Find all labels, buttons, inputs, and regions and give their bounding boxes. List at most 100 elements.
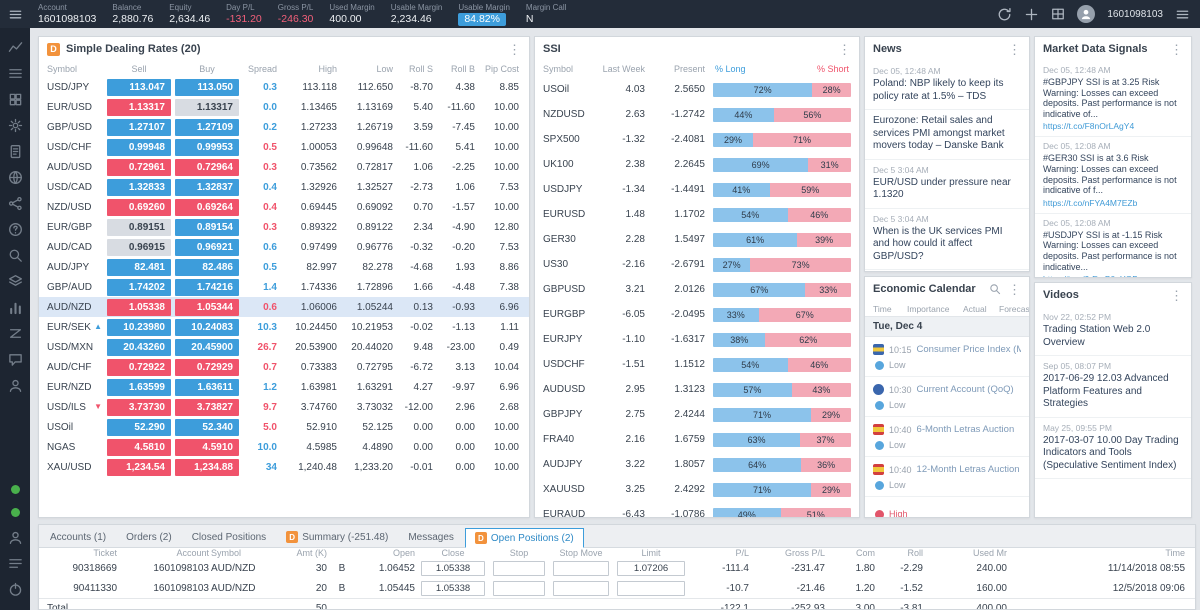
sell-price-cell[interactable]: 3.73730	[107, 399, 171, 416]
feed-item[interactable]: Dec 5 3:04 AMEUR/USD under pressure near…	[865, 160, 1029, 209]
avatar[interactable]	[1077, 5, 1095, 23]
rates-row[interactable]: USD/CHF0.999480.999530.51.000530.99648-1…	[39, 137, 529, 157]
feed-item[interactable]: Dec 5 3:04 AMWhen is the UK services PMI…	[865, 209, 1029, 271]
reports-icon[interactable]	[0, 138, 30, 164]
sell-price-cell[interactable]: 4.5810	[107, 439, 171, 456]
calendar-item[interactable]: 10:406-Month Letras AuctionLow	[865, 417, 1029, 457]
limit-input[interactable]	[617, 561, 685, 576]
ssi-row[interactable]: NZDUSD2.63-1.274244%56%	[535, 102, 859, 127]
rates-row[interactable]: GBP/USD1.271071.271090.21.272331.267193.…	[39, 117, 529, 137]
ssi-row[interactable]: USDJPY-1.34-1.449141%59%	[535, 177, 859, 202]
list-icon[interactable]	[0, 550, 30, 576]
automation-icon[interactable]	[0, 320, 30, 346]
rates-row[interactable]: EUR/SEK▲10.2398010.2408310.310.2445010.2…	[39, 317, 529, 337]
buy-price-cell[interactable]: 20.45900	[175, 339, 239, 356]
rates-row[interactable]: EUR/NZD1.635991.636111.21.639811.632914.…	[39, 377, 529, 397]
position-row[interactable]: 904113301601098103AUD/NZD20B1.05445-10.7…	[39, 578, 1195, 598]
web-icon[interactable]	[0, 164, 30, 190]
settings-icon[interactable]	[0, 112, 30, 138]
refresh-icon[interactable]	[997, 7, 1012, 22]
sell-price-cell[interactable]: 1.32833	[107, 179, 171, 196]
ssi-row[interactable]: EURUSD1.481.170254%46%	[535, 202, 859, 227]
kebab-menu-icon[interactable]: ⋮	[838, 43, 851, 56]
rates-row[interactable]: NGAS4.58104.591010.04.59854.48900.000.00…	[39, 437, 529, 457]
calendar-item[interactable]: 10:4012-Month Letras AuctionLow	[865, 457, 1029, 497]
feed-item[interactable]: May 25, 09:55 PM2017-03-07 10.00 Day Tra…	[1035, 418, 1191, 480]
rates-row[interactable]: NZD/USD0.692600.692640.40.694450.690920.…	[39, 197, 529, 217]
chat-icon[interactable]	[0, 346, 30, 372]
calendar-item[interactable]: 10:15Consumer Price Index (MoM)Low	[865, 337, 1029, 377]
ssi-row[interactable]: US30-2.16-2.679127%73%	[535, 252, 859, 277]
ssi-row[interactable]: EURAUD-6.43-1.078649%51%	[535, 502, 859, 517]
ssi-row[interactable]: EURJPY-1.10-1.631738%62%	[535, 327, 859, 352]
sell-price-cell[interactable]: 10.23980	[107, 319, 171, 336]
ssi-row[interactable]: GER302.281.549761%39%	[535, 227, 859, 252]
kebab-menu-icon[interactable]: ⋮	[1008, 283, 1021, 296]
rates-row[interactable]: GBP/AUD1.742021.742161.41.743361.728961.…	[39, 277, 529, 297]
feed-item[interactable]: Nov 22, 02:52 PMTrading Station Web 2.0 …	[1035, 307, 1191, 356]
sell-price-cell[interactable]: 0.69260	[107, 199, 171, 216]
buy-price-cell[interactable]: 0.89154	[175, 219, 239, 236]
ssi-row[interactable]: EURGBP-6.05-2.049533%67%	[535, 302, 859, 327]
rates-row[interactable]: EUR/USD1.133171.133170.01.134651.131695.…	[39, 97, 529, 117]
sell-price-cell[interactable]: 0.89151	[107, 219, 171, 236]
sell-price-cell[interactable]: 1,234.54	[107, 459, 171, 476]
sell-price-cell[interactable]: 0.72961	[107, 159, 171, 176]
signals-icon[interactable]	[0, 190, 30, 216]
kebab-menu-icon[interactable]: ⋮	[1170, 43, 1183, 56]
feed-item[interactable]: Sep 05, 08:07 PM2017-06-29 12.03 Advance…	[1035, 356, 1191, 418]
sell-price-cell[interactable]: 1.13317	[107, 99, 171, 116]
sell-price-cell[interactable]: 82.481	[107, 259, 171, 276]
item-link[interactable]: https://t.co/F8nOrLAgY4	[1043, 121, 1183, 131]
overflow-menu-icon[interactable]	[1175, 7, 1190, 22]
rates-row[interactable]: USD/ILS▼3.737303.738279.73.747603.73032-…	[39, 397, 529, 417]
buy-price-cell[interactable]: 0.72964	[175, 159, 239, 176]
buy-price-cell[interactable]: 52.340	[175, 419, 239, 436]
buy-price-cell[interactable]: 1.05344	[175, 299, 239, 316]
buy-price-cell[interactable]: 82.486	[175, 259, 239, 276]
rates-row[interactable]: USOil52.29052.3405.052.91052.1250.000.00…	[39, 417, 529, 437]
rates-row[interactable]: AUD/USD0.729610.729640.30.735620.728171.…	[39, 157, 529, 177]
ssi-row[interactable]: FRA402.161.675963%37%	[535, 427, 859, 452]
power-icon[interactable]	[0, 576, 30, 602]
ssi-row[interactable]: GBPJPY2.752.424471%29%	[535, 402, 859, 427]
ssi-row[interactable]: AUDUSD2.951.312357%43%	[535, 377, 859, 402]
ssi-row[interactable]: XAUUSD3.252.429271%29%	[535, 477, 859, 502]
rates-row[interactable]: AUD/CAD0.969150.969210.60.974990.96776-0…	[39, 237, 529, 257]
feed-item[interactable]: Dec 05, 12:48 AMPoland: NBP likely to ke…	[865, 61, 1029, 110]
feed-item[interactable]: Dec 05, 12:48 AM#GBPJPY SSI is at 3.25 R…	[1035, 61, 1191, 137]
buy-price-cell[interactable]: 1,234.88	[175, 459, 239, 476]
item-link[interactable]: https://t.co/nFYA4M7EZb	[1043, 198, 1183, 208]
sell-price-cell[interactable]: 0.96915	[107, 239, 171, 256]
buy-price-cell[interactable]: 10.24083	[175, 319, 239, 336]
limit-input[interactable]	[617, 581, 685, 596]
sell-price-cell[interactable]: 113.047	[107, 79, 171, 96]
sell-price-cell[interactable]: 0.99948	[107, 139, 171, 156]
ssi-row[interactable]: AUDJPY3.221.805764%36%	[535, 452, 859, 477]
tab-closed-positions[interactable]: Closed Positions	[183, 527, 275, 547]
rates-row[interactable]: EUR/GBP0.891510.891540.30.893220.891222.…	[39, 217, 529, 237]
tab-summary-251-48[interactable]: DSummary (-251.48)	[277, 527, 397, 547]
close-input[interactable]	[421, 581, 485, 596]
feed-item[interactable]: Dec 04, 11:26 PMSome OPEC+ participants …	[865, 270, 1029, 271]
buy-price-cell[interactable]: 3.73827	[175, 399, 239, 416]
layout-icon[interactable]	[1051, 7, 1065, 21]
buy-price-cell[interactable]: 4.5910	[175, 439, 239, 456]
rates-row[interactable]: USD/JPY113.047113.0500.3113.118112.650-8…	[39, 77, 529, 97]
rates-row[interactable]: AUD/JPY82.48182.4860.582.99782.278-4.681…	[39, 257, 529, 277]
ssi-row[interactable]: USOil4.032.565072%28%	[535, 77, 859, 102]
research-icon[interactable]	[0, 242, 30, 268]
sell-price-cell[interactable]: 1.63599	[107, 379, 171, 396]
ssi-row[interactable]: UK1002.382.264569%31%	[535, 152, 859, 177]
sell-price-cell[interactable]: 0.72922	[107, 359, 171, 376]
sell-price-cell[interactable]: 1.27107	[107, 119, 171, 136]
stop-move-input[interactable]	[553, 561, 609, 576]
stop-input[interactable]	[493, 561, 545, 576]
kebab-menu-icon[interactable]: ⋮	[508, 43, 521, 56]
buy-price-cell[interactable]: 0.96921	[175, 239, 239, 256]
stop-input[interactable]	[493, 581, 545, 596]
close-input[interactable]	[421, 561, 485, 576]
help-icon[interactable]	[0, 216, 30, 242]
add-icon[interactable]	[1024, 7, 1039, 22]
user-icon[interactable]	[0, 524, 30, 550]
